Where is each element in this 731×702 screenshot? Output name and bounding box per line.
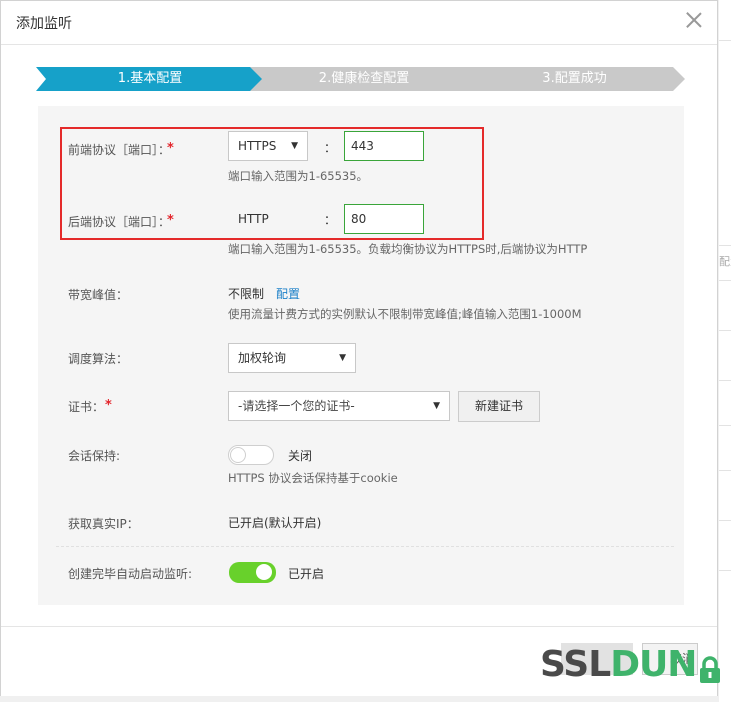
dialog-header: 添加监听 [1, 1, 717, 45]
scheduler-value: 加权轮询 [238, 351, 287, 365]
autostart-state: 已开启 [288, 567, 325, 581]
bandwidth-hint: 使用流量计费方式的实例默认不限制带宽峰值;峰值输入范围1-1000M [228, 307, 582, 321]
background-page: 配置 [719, 0, 731, 702]
session-state: 关闭 [288, 449, 313, 463]
bg-divider [719, 520, 731, 521]
bg-partial-text: 配置 [719, 255, 731, 268]
dropdown-caret-icon: ▼ [291, 141, 298, 151]
bg-divider [719, 330, 731, 331]
real-ip-value: 已开启(默认开启) [228, 516, 322, 530]
bandwidth-value: 不限制 [228, 287, 265, 301]
dropdown-caret-icon: ▼ [433, 401, 440, 411]
bg-divider [719, 280, 731, 281]
backend-protocol-value: HTTP [238, 212, 269, 226]
required-mark: * [167, 141, 174, 156]
bg-divider [719, 570, 731, 571]
bg-divider [719, 40, 731, 41]
session-hint: HTTPS 协议会话保持基于cookie [228, 471, 398, 485]
frontend-port-input[interactable]: 443 [344, 131, 424, 161]
bandwidth-config-link[interactable]: 配置 [276, 285, 300, 302]
backend-port-input[interactable]: 80 [344, 204, 424, 234]
frontend-hint: 端口输入范围为1-65535。 [228, 169, 369, 183]
bg-divider [719, 380, 731, 381]
backend-label: 后端协议［端口］： [68, 215, 171, 229]
bg-divider [719, 245, 731, 246]
watermark-text-dun: DUN [610, 644, 697, 685]
bg-divider [719, 425, 731, 426]
required-mark: * [105, 398, 112, 413]
backend-hint: 端口输入范围为1-65535。负载均衡协议为HTTPS时,后端协议为HTTP [228, 242, 588, 256]
real-ip-label: 获取真实IP： [68, 517, 139, 531]
session-label: 会话保持: [68, 449, 121, 463]
toggle-knob [256, 564, 272, 580]
step-health-check: 2.健康检查配置 [250, 67, 478, 91]
separator-colon: ： [324, 141, 337, 155]
certificate-label: 证书： [68, 400, 105, 414]
step-basic-config: 1.基本配置 [36, 67, 264, 91]
bg-divider [719, 470, 731, 471]
step-config-success: 3.配置成功 [464, 67, 685, 91]
close-icon[interactable] [683, 9, 705, 31]
bandwidth-label: 带宽峰值： [68, 288, 129, 302]
autostart-label: 创建完毕自动启动监听: [68, 567, 193, 581]
certificate-select[interactable]: -请选择一个您的证书- ▼ [228, 391, 450, 421]
certificate-placeholder: -请选择一个您的证书- [238, 399, 355, 413]
toggle-knob [230, 447, 246, 463]
lock-icon [698, 653, 722, 693]
frontend-protocol-value: HTTPS [238, 139, 277, 153]
new-certificate-button[interactable]: 新建证书 [458, 391, 540, 422]
scheduler-label: 调度算法： [68, 352, 129, 366]
frontend-label: 前端协议［端口］： [68, 143, 171, 157]
frontend-protocol-select[interactable]: HTTPS ▼ [228, 131, 308, 161]
add-listener-dialog: 添加监听 1.基本配置 2.健康检查配置 3.配置成功 前端协议［端口］： * … [0, 0, 718, 696]
ssldun-watermark: SSLDUN [540, 645, 722, 685]
required-mark: * [167, 213, 174, 228]
watermark-text-ssl: SSL [540, 644, 611, 685]
separator-colon: ： [324, 213, 337, 227]
dialog-title: 添加监听 [16, 16, 72, 32]
session-toggle[interactable] [228, 445, 274, 465]
dropdown-caret-icon: ▼ [339, 353, 346, 363]
form-divider [56, 546, 674, 547]
autostart-toggle[interactable] [229, 562, 276, 583]
scheduler-select[interactable]: 加权轮询 ▼ [228, 343, 356, 373]
